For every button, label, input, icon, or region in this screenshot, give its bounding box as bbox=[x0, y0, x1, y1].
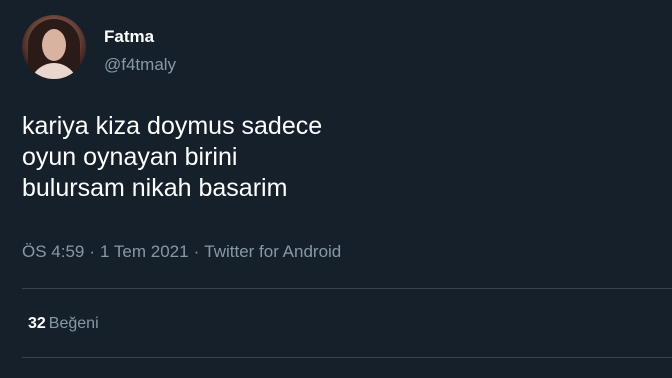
likes-label: Beğeni bbox=[48, 315, 99, 332]
tweet-source[interactable]: Twitter for Android bbox=[204, 242, 341, 261]
tweet-text-line: kariya kiza doymus sadece bbox=[22, 112, 323, 140]
author-name[interactable]: Fatma bbox=[104, 27, 154, 47]
meta-separator: · bbox=[193, 242, 200, 261]
divider bbox=[22, 288, 672, 289]
author-handle[interactable]: @f4tmaly bbox=[104, 55, 176, 75]
likes-link[interactable]: 32 Beğeni bbox=[28, 315, 99, 333]
tweet-card: Fatma @f4tmaly kariya kiza doymus sadece… bbox=[0, 0, 672, 378]
tweet-text-line: oyun oynayan birini bbox=[22, 143, 238, 171]
tweet-date[interactable]: 1 Tem 2021 bbox=[100, 242, 189, 261]
tweet-text: kariya kiza doymus sadece oyun oynayan b… bbox=[22, 111, 642, 204]
meta-separator: · bbox=[89, 242, 96, 261]
likes-count: 32 bbox=[28, 315, 46, 332]
tweet-text-line: bulursam nikah basarim bbox=[22, 174, 288, 202]
avatar[interactable] bbox=[22, 15, 86, 79]
avatar-face bbox=[42, 29, 66, 61]
tweet-meta: ÖS 4:59 · 1 Tem 2021 · Twitter for Android bbox=[22, 242, 341, 262]
divider bbox=[22, 357, 672, 358]
tweet-time[interactable]: ÖS 4:59 bbox=[22, 242, 84, 261]
